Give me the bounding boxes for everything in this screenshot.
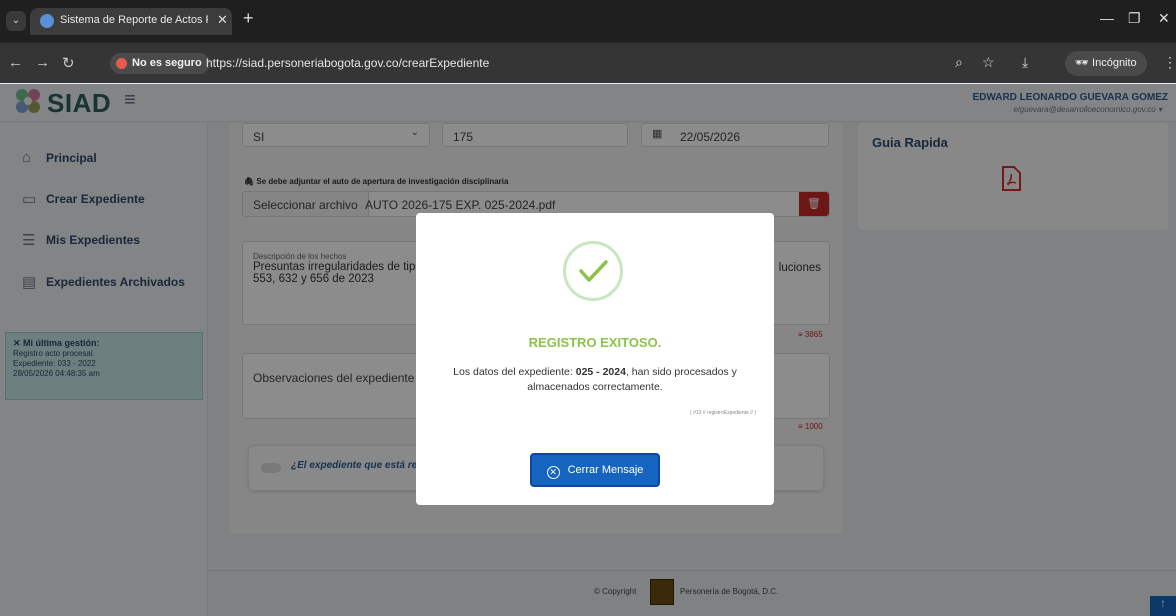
bookmark-star-icon[interactable]: ☆ bbox=[982, 54, 995, 71]
modal-message: Los datos del expediente: 025 - 2024, ha… bbox=[453, 366, 737, 393]
reload-icon[interactable]: ↻ bbox=[62, 54, 75, 72]
new-tab-button[interactable]: + bbox=[243, 8, 254, 29]
address-bar: ← → ↻ No es seguro https://siad.personer… bbox=[0, 42, 1176, 83]
tab-title: Sistema de Reporte de Actos Pr bbox=[60, 14, 208, 26]
close-window-icon[interactable]: ✕ bbox=[1158, 10, 1170, 27]
url-box[interactable]: No es seguro https://siad.personeriabogo… bbox=[110, 51, 1050, 77]
close-message-button[interactable]: ✕ Cerrar Mensaje bbox=[530, 453, 660, 487]
favicon-icon bbox=[40, 14, 54, 28]
tab-close-icon[interactable]: ✕ bbox=[217, 12, 228, 28]
zoom-icon[interactable]: ⌕ bbox=[955, 54, 963, 71]
warning-icon bbox=[116, 58, 127, 69]
close-circle-icon: ✕ bbox=[546, 466, 560, 479]
restore-icon[interactable]: ❐ bbox=[1128, 10, 1141, 27]
browser-chrome: ⌄ Sistema de Reporte de Actos Pr ✕ + — ❐… bbox=[0, 0, 1176, 42]
modal-title: REGISTRO EXITOSO. bbox=[528, 335, 662, 350]
menu-dots-icon[interactable]: ⋮ bbox=[1163, 54, 1176, 71]
modal-code: ( #13 // registroExpediente // ) bbox=[690, 410, 756, 416]
back-icon[interactable]: ← bbox=[8, 54, 23, 71]
browser-tab[interactable]: Sistema de Reporte de Actos Pr ✕ bbox=[30, 8, 232, 35]
url-text: https://siad.personeriabogota.gov.co/cre… bbox=[206, 56, 490, 70]
forward-icon[interactable]: → bbox=[35, 54, 50, 71]
success-modal: REGISTRO EXITOSO. Los datos del expedien… bbox=[416, 213, 774, 505]
download-icon[interactable]: ⤓ bbox=[1022, 54, 1028, 71]
tab-search-button[interactable]: ⌄ bbox=[6, 11, 26, 31]
insecure-badge[interactable]: No es seguro bbox=[110, 53, 210, 74]
minimize-icon[interactable]: — bbox=[1100, 10, 1114, 26]
incognito-icon: 🕶 bbox=[1075, 57, 1093, 69]
tab-bar: ⌄ Sistema de Reporte de Actos Pr ✕ + — ❐… bbox=[0, 0, 1176, 35]
incognito-badge[interactable]: 🕶 Incógnito bbox=[1065, 51, 1147, 76]
success-check-icon bbox=[563, 241, 623, 301]
